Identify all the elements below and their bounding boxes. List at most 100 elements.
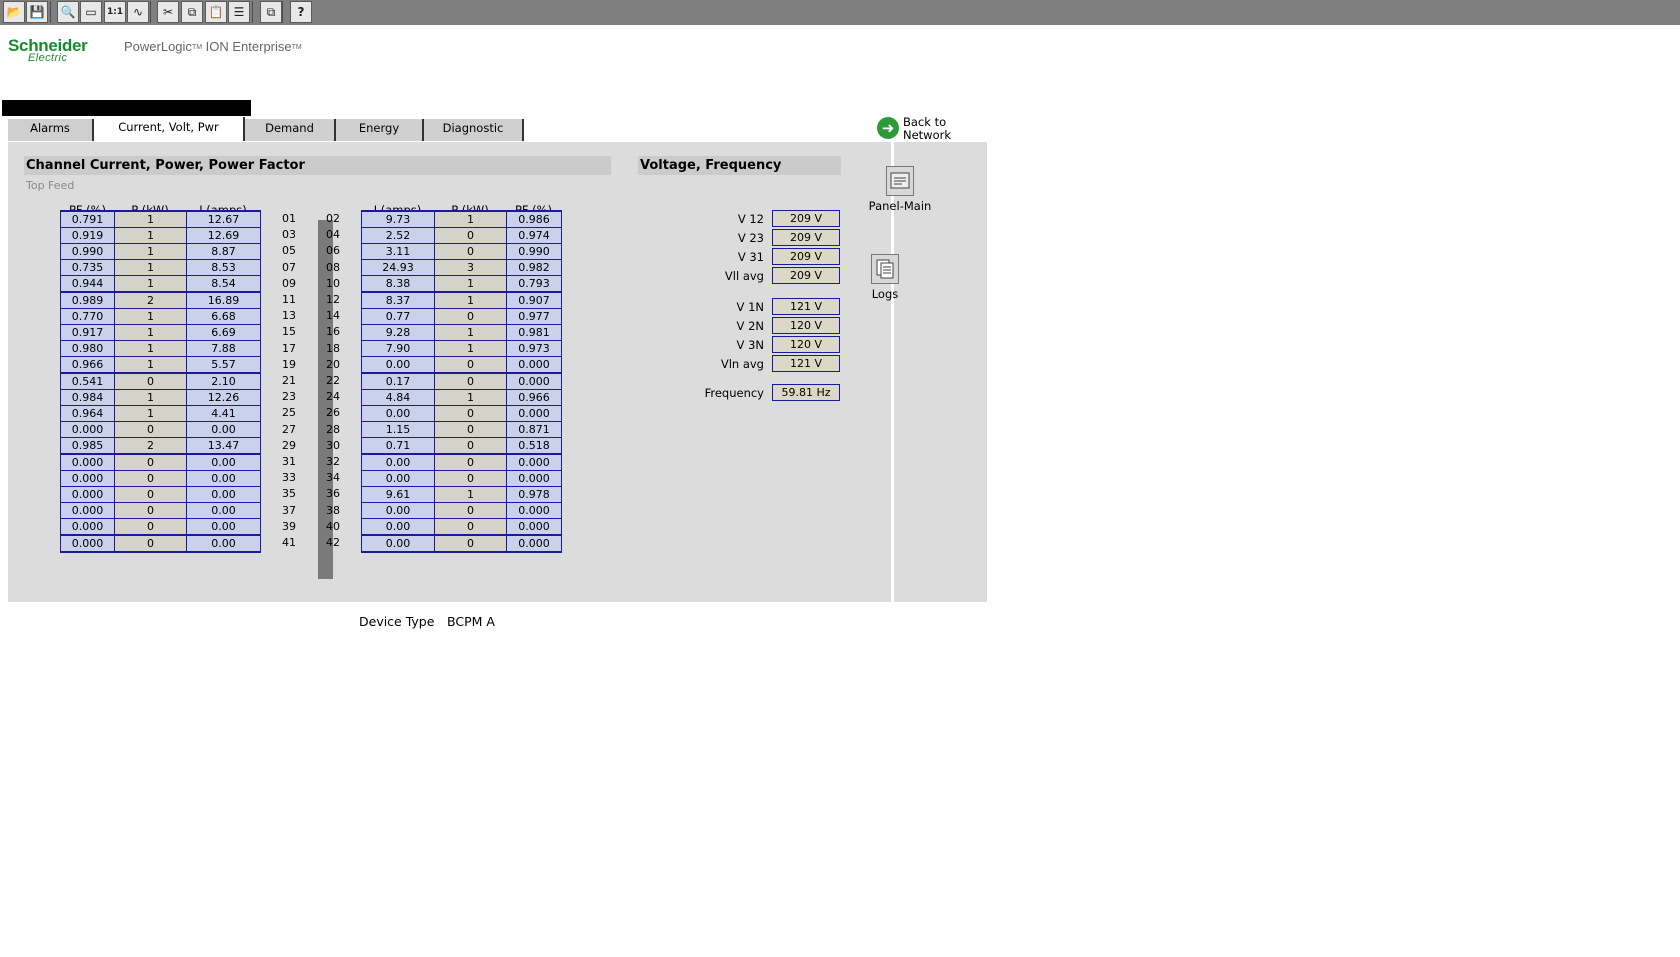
paste-icon[interactable]: 📋 (205, 1, 227, 23)
left-p-cell: 1 (115, 405, 186, 422)
right-p-cell: 1 (435, 276, 506, 292)
tab-alarms[interactable]: Alarms (8, 119, 94, 141)
right-i-cell: 2.52 (362, 227, 434, 243)
voltage-ln-label: V 3N (736, 338, 764, 352)
panel-icon (886, 166, 914, 196)
right-i-cell: 0.77 (362, 308, 434, 324)
list-icon[interactable]: ☰ (228, 1, 250, 23)
channel-number: 04 (326, 228, 340, 242)
cut-icon[interactable]: ✂ (157, 1, 179, 23)
actual-size-icon[interactable]: 1:1 (104, 1, 126, 23)
channel-number: 01 (282, 212, 296, 225)
left-pf-cell: 0.000 (61, 503, 114, 519)
right-i-cell: 24.93 (362, 260, 434, 276)
left-i-cell: 0.00 (187, 454, 260, 470)
left-p-cell: 1 (115, 357, 186, 373)
logs-link[interactable]: Logs (860, 254, 910, 301)
channel-number: 21 (282, 374, 296, 387)
channel-number: 03 (282, 228, 296, 242)
fit-window-icon[interactable]: ▭ (80, 1, 102, 23)
left-pf-cell: 0.000 (61, 454, 114, 470)
left-pf-cell: 0.985 (61, 438, 114, 454)
left-i-cell: 2.10 (187, 373, 260, 389)
left-p-cell: 1 (115, 260, 186, 276)
back-to-network-link[interactable]: ➜ Back to Network (877, 116, 951, 142)
left-i-cell: 12.69 (187, 227, 260, 243)
left-i-cell: 7.88 (187, 341, 260, 357)
right-i-cell: 0.00 (362, 357, 434, 373)
channel-number: 37 (282, 503, 296, 517)
product-name: PowerLogicTM ION EnterpriseTM (124, 39, 302, 54)
left-i-cell: 13.47 (187, 438, 260, 454)
save-icon[interactable]: 💾 (26, 1, 48, 23)
cascade-windows-icon[interactable]: ⧉ (260, 1, 282, 23)
right-i-cell: 0.00 (362, 405, 434, 422)
voltage-ln-label: Vln avg (720, 357, 764, 371)
tab-diagnostic[interactable]: Diagnostic (424, 119, 524, 141)
right-p-cell: 1 (435, 486, 506, 503)
channel-number: 34 (326, 471, 340, 485)
right-pf-cell: 0.000 (507, 503, 561, 519)
right-i-cell: 8.38 (362, 276, 434, 292)
right-i-cell: 0.00 (362, 535, 434, 551)
left-pf-cell: 0.990 (61, 243, 114, 260)
channel-number: 06 (326, 244, 340, 258)
channel-number: 19 (282, 357, 296, 371)
right-pf-cell: 0.986 (507, 211, 561, 227)
toolbar-separator (282, 1, 283, 23)
right-pf-cell: 0.518 (507, 438, 561, 454)
channel-number: 26 (326, 406, 340, 420)
channels-title: Channel Current, Power, Power Factor (24, 156, 611, 175)
left-i-cell: 12.67 (187, 211, 260, 227)
open-icon[interactable]: 📂 (3, 1, 25, 23)
right-pf-cell: 0.977 (507, 308, 561, 324)
right-i-cell: 8.37 (362, 292, 434, 308)
right-i-cell: 9.61 (362, 486, 434, 503)
right-p-cell: 0 (435, 454, 506, 470)
zoom-icon[interactable]: 🔍 (57, 1, 79, 23)
left-i-cell: 6.69 (187, 324, 260, 341)
copy-icon[interactable]: ⧉ (181, 1, 203, 23)
left-i-cell: 8.53 (187, 260, 260, 276)
frequency-value: 59.81 Hz (772, 384, 840, 401)
schneider-logo: Schneider Electric (8, 36, 88, 64)
right-i-cell: 1.15 (362, 422, 434, 438)
left-i-cell: 0.00 (187, 519, 260, 535)
channel-number: 07 (282, 260, 296, 274)
tab-current-volt-pwr[interactable]: Current, Volt, Pwr (94, 117, 245, 141)
channel-number: 36 (326, 487, 340, 501)
right-pf-cell: 0.793 (507, 276, 561, 292)
channel-number: 42 (326, 536, 340, 549)
panel-main-link[interactable]: Panel-Main (860, 166, 940, 213)
channel-number: 10 (326, 276, 340, 290)
left-p-cell: 0 (115, 535, 186, 551)
trend-icon[interactable]: ∿ (127, 1, 149, 23)
channel-number: 35 (282, 487, 296, 501)
left-pf-cell: 0.000 (61, 470, 114, 486)
left-p-cell: 1 (115, 243, 186, 260)
right-pf-cell: 0.974 (507, 227, 561, 243)
right-p-cell: 1 (435, 389, 506, 405)
voltage-ln-value: 120 V (772, 317, 840, 334)
left-p-cell: 0 (115, 454, 186, 470)
left-i-cell: 16.89 (187, 292, 260, 308)
left-p-cell: 0 (115, 519, 186, 535)
right-p-cell: 0 (435, 438, 506, 454)
voltage-ln-label: V 2N (736, 319, 764, 333)
left-p-cell: 2 (115, 438, 186, 454)
voltage-ll-value: 209 V (772, 248, 840, 265)
right-channel-grid: 9.73 1 0.986 2.52 0 0.974 3.11 0 0.990 24.93 3 0.98… (361, 210, 562, 553)
left-pf-cell: 0.000 (61, 486, 114, 503)
left-pf-cell: 0.791 (61, 211, 114, 227)
left-p-cell: 1 (115, 341, 186, 357)
tab-demand[interactable]: Demand (245, 119, 336, 141)
left-pf-cell: 0.966 (61, 357, 114, 373)
channel-number: 17 (282, 341, 296, 355)
voltage-ln-value: 120 V (772, 336, 840, 353)
left-p-cell: 0 (115, 373, 186, 389)
channel-number: 40 (326, 519, 340, 533)
help-icon[interactable]: ? (290, 1, 312, 23)
voltage-ll-label: Vll avg (724, 269, 764, 283)
left-i-cell: 0.00 (187, 422, 260, 438)
tab-energy[interactable]: Energy (336, 119, 424, 141)
